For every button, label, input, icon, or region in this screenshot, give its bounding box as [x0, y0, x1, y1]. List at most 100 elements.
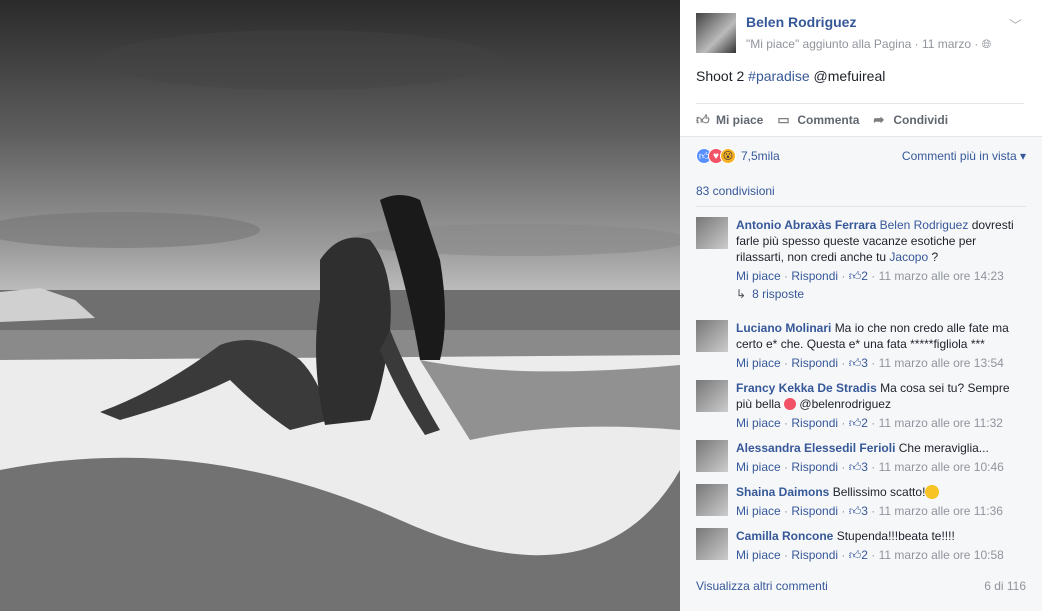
comment-like-count[interactable]: 2	[861, 269, 868, 283]
comment-icon: ▭	[777, 111, 790, 127]
comment-reply-link[interactable]: Rispondi	[791, 504, 838, 518]
view-replies-link[interactable]: ↳ 8 risposte	[736, 287, 804, 301]
commenter-name[interactable]: Francy Kekka De Stradis	[736, 381, 877, 395]
comment-reply-link[interactable]: Rispondi	[791, 356, 838, 370]
sep: ·	[867, 269, 879, 283]
comment-body: Antonio Abraxàs Ferrara Belen Rodriguez …	[736, 217, 1026, 284]
post-side-panel: Belen Rodriguez "Mi piace" aggiunto alla…	[680, 0, 1042, 611]
thumbs-up-icon: 👍︎	[848, 460, 862, 474]
comment-footer: Mi piace · Rispondi · 👍︎2 · 11 marzo all…	[736, 268, 1026, 284]
wow-reaction-icon[interactable]: 😮︎	[720, 148, 736, 164]
comment-like-link[interactable]: Mi piace	[736, 416, 781, 430]
thumbs-up-icon: 👍︎	[848, 356, 862, 370]
social-section: 👍︎ ♥ 😮︎ 7,5mila Commenti più in vista ▾ …	[680, 136, 1042, 611]
chevron-down-icon[interactable]: ﹀	[1009, 15, 1022, 34]
author-avatar[interactable]	[696, 13, 736, 53]
comment-time[interactable]: 11 marzo alle ore 13:54	[879, 356, 1004, 370]
sep: ·	[867, 356, 879, 370]
commenter-name[interactable]: Antonio Abraxàs Ferrara	[736, 218, 876, 232]
post-actions: 👍︎ Mi piace ▭ Commenta ➦ Condividi	[696, 103, 1024, 135]
commenter-avatar[interactable]	[696, 380, 728, 412]
commenter-name[interactable]: Camilla Roncone	[736, 529, 833, 543]
comment-footer: Mi piace · Rispondi · 👍︎3 · 11 marzo all…	[736, 355, 1026, 371]
beach-photo-illustration	[0, 30, 680, 611]
post-viewer: Belen Rodriguez "Mi piace" aggiunto alla…	[0, 0, 1042, 611]
comment-time[interactable]: 11 marzo alle ore 14:23	[879, 269, 1004, 283]
share-button[interactable]: ➦ Condividi	[873, 112, 948, 128]
post-text-prefix: Shoot 2	[696, 68, 749, 84]
comment-body: Camilla Roncone Stupenda!!!beata te!!!! …	[736, 528, 1026, 563]
post-text: Shoot 2 #paradise @mefuireal	[696, 68, 885, 84]
comment-time[interactable]: 11 marzo alle ore 10:58	[879, 548, 1004, 562]
comment-body: Francy Kekka De Stradis Ma cosa sei tu? …	[736, 380, 1026, 431]
commenter-name[interactable]: Luciano Molinari	[736, 321, 831, 335]
sep: ·	[838, 460, 849, 474]
comment-button-label: Commenta	[797, 112, 860, 127]
comment-text-tail: ?	[928, 250, 939, 264]
reply-arrow-icon: ↳	[736, 287, 747, 301]
sep: ·	[838, 504, 849, 518]
comment-body: Alessandra Elessedil Ferioli Che meravig…	[736, 440, 1026, 475]
post-header: Belen Rodriguez "Mi piace" aggiunto alla…	[696, 13, 1026, 53]
shares-count[interactable]: 83 condivisioni	[696, 184, 775, 198]
hashtag-link[interactable]: #paradise	[748, 68, 810, 84]
comment-like-link[interactable]: Mi piace	[736, 504, 781, 518]
post-photo[interactable]	[0, 0, 680, 611]
sep: ·	[780, 460, 792, 474]
comment-reply-link[interactable]: Rispondi	[791, 548, 838, 562]
commenter-avatar[interactable]	[696, 484, 728, 516]
comment-sort-dropdown[interactable]: Commenti più in vista ▾	[902, 149, 1026, 163]
sep: ·	[838, 416, 849, 430]
comment-footer: Mi piace · Rispondi · 👍︎3 · 11 marzo all…	[736, 459, 1026, 475]
comment-like-count[interactable]: 2	[861, 416, 868, 430]
sep: ·	[780, 356, 792, 370]
commenter-name[interactable]: Shaina Daimons	[736, 485, 829, 499]
author-name[interactable]: Belen Rodriguez	[746, 14, 856, 30]
thumbs-up-icon: 👍︎	[696, 111, 710, 127]
view-more-comments-link[interactable]: Visualizza altri commenti	[696, 579, 828, 593]
comment-footer: Mi piace · Rispondi · 👍︎2 · 11 marzo all…	[736, 415, 1026, 431]
comment-mention[interactable]: Jacopo	[889, 250, 928, 264]
share-icon: ➦	[873, 111, 885, 127]
commenter-avatar[interactable]	[696, 320, 728, 352]
comment-body: Shaina Daimons Bellissimo scatto! Mi pia…	[736, 484, 1026, 519]
comment-footer: Mi piace · Rispondi · 👍︎2 · 11 marzo all…	[736, 547, 1026, 563]
thumbs-up-icon: 👍︎	[848, 504, 862, 518]
comment-button[interactable]: ▭ Commenta	[777, 112, 859, 128]
divider	[696, 206, 1026, 207]
sep: ·	[780, 416, 792, 430]
comment-reply-link[interactable]: Rispondi	[791, 460, 838, 474]
replies-label: 8 risposte	[752, 287, 805, 301]
thumbs-up-icon: 👍︎	[848, 269, 862, 283]
heart-emoji-icon	[784, 398, 797, 410]
sep: ·	[867, 460, 879, 474]
commenter-avatar[interactable]	[696, 440, 728, 472]
smiley-emoji-icon	[925, 485, 940, 499]
comment-time[interactable]: 11 marzo alle ore 11:36	[879, 504, 1003, 518]
comment-like-count[interactable]: 3	[861, 356, 868, 370]
comment-like-count[interactable]: 3	[861, 460, 868, 474]
comment-like-link[interactable]: Mi piace	[736, 356, 781, 370]
comment-reply-link[interactable]: Rispondi	[791, 269, 838, 283]
like-button-label: Mi piace	[716, 112, 764, 127]
sep: ·	[780, 269, 792, 283]
comment-like-link[interactable]: Mi piace	[736, 460, 781, 474]
comment-like-count[interactable]: 2	[861, 548, 868, 562]
commenter-name[interactable]: Alessandra Elessedil Ferioli	[736, 441, 895, 455]
sep: ·	[867, 548, 879, 562]
reactions-count[interactable]: 7,5mila	[741, 149, 780, 163]
comment-like-link[interactable]: Mi piace	[736, 269, 781, 283]
comment-like-count[interactable]: 3	[861, 504, 868, 518]
comment-like-link[interactable]: Mi piace	[736, 548, 781, 562]
comment-time[interactable]: 11 marzo alle ore 11:32	[879, 416, 1003, 430]
globe-icon: 🌐︎	[981, 37, 992, 51]
commenter-avatar[interactable]	[696, 217, 728, 249]
sep: ·	[838, 269, 849, 283]
comment-tag[interactable]: Belen Rodriguez	[880, 218, 969, 232]
comment-text: Stupenda!!!beata te!!!!	[836, 529, 955, 543]
comment-reply-link[interactable]: Rispondi	[791, 416, 838, 430]
commenter-avatar[interactable]	[696, 528, 728, 560]
comments-count: 6 di 116	[984, 579, 1026, 593]
comment-time[interactable]: 11 marzo alle ore 10:46	[879, 460, 1004, 474]
like-button[interactable]: 👍︎ Mi piace	[696, 112, 763, 128]
